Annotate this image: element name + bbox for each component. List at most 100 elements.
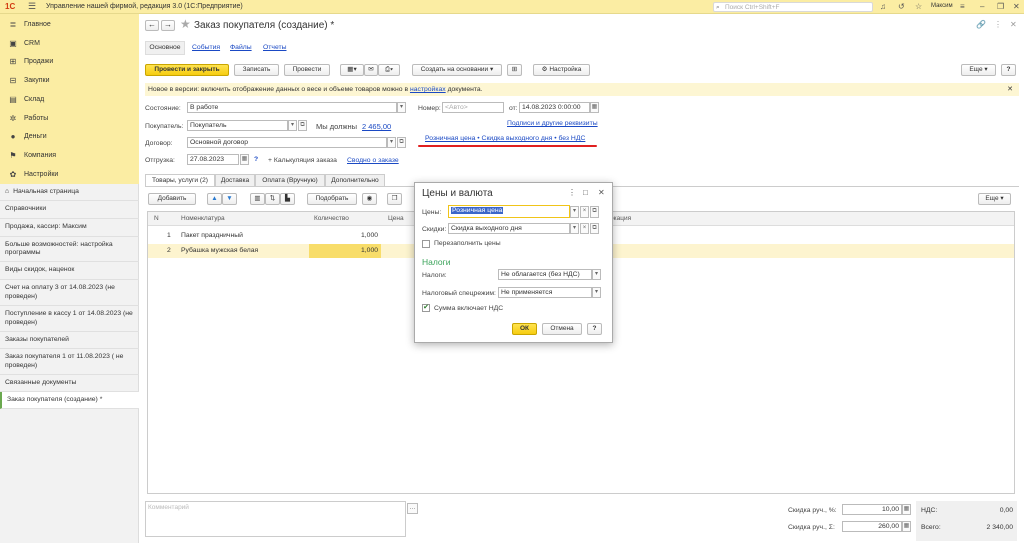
post-and-close-button[interactable]: Провести и закрыть (145, 64, 229, 76)
tax-regime-dropdown-icon[interactable]: ▾ (592, 287, 601, 298)
vat-included-checkbox[interactable]: ✔ (422, 304, 430, 312)
copy-icon[interactable]: ❐ (387, 193, 402, 205)
forward-button[interactable]: → (161, 20, 175, 31)
pick-button[interactable]: Подобрать (307, 193, 357, 205)
discounts-clear-icon[interactable]: × (580, 223, 589, 234)
history-item-home[interactable]: ⌂ Начальная страница (0, 184, 139, 201)
buyer-open-icon[interactable]: ⧉ (298, 120, 307, 131)
tax-select[interactable]: Не облагается (без НДС) (498, 269, 592, 280)
dialog-help-button[interactable]: ? (587, 323, 602, 335)
user-name[interactable]: Максим (931, 3, 953, 9)
section-settings[interactable]: ✿ Настройки (0, 166, 139, 185)
section-purchases[interactable]: ⊟ Закупки (0, 72, 139, 91)
history-icon[interactable]: ↺ (898, 2, 905, 11)
subtab-events[interactable]: События (192, 44, 220, 51)
info-settings-link[interactable]: настройках (410, 86, 446, 93)
close-form-icon[interactable]: ✕ (1010, 20, 1017, 29)
section-sales[interactable]: ⊞ Продажи (0, 53, 139, 72)
dialog-maximize-icon[interactable]: □ (583, 188, 588, 197)
history-item[interactable]: Заказ покупателя 1 от 11.08.2023 ( не пр… (0, 349, 139, 375)
history-item[interactable]: Связанные документы (0, 375, 139, 392)
prices-field[interactable]: Розничная цена (448, 205, 570, 218)
calc-link[interactable]: + Калькуляция заказа (268, 157, 337, 164)
cancel-button[interactable]: Отмена (542, 323, 582, 335)
tax-regime-select[interactable]: Не применяется (498, 287, 592, 298)
mail-icon[interactable]: ✉ (364, 64, 378, 76)
close-icon[interactable]: ✕ (1013, 2, 1020, 11)
subtab-main[interactable]: Основное (145, 41, 185, 55)
ok-button[interactable]: ОК (512, 323, 537, 335)
move-down-icon[interactable]: ▼ (222, 193, 237, 205)
history-item-current[interactable]: Заказ покупателя (создание) * (0, 392, 139, 409)
contract-dropdown-icon[interactable]: ▾ (387, 137, 396, 148)
settings-button[interactable]: ⚙ Настройка (533, 64, 590, 76)
contract-open-icon[interactable]: ⧉ (397, 137, 406, 148)
comment-field[interactable]: Комментарий (145, 501, 406, 537)
fill-icon[interactable]: ▙ (280, 193, 295, 205)
history-item[interactable]: Справочники (0, 201, 139, 219)
prices-open-icon[interactable]: ⧉ (590, 206, 599, 218)
calendar-icon[interactable]: ▦ (240, 154, 249, 165)
history-item[interactable]: Поступление в кассу 1 от 14.08.2023 (не … (0, 306, 139, 332)
shipment-date-field[interactable]: 27.08.2023 (187, 154, 239, 165)
document-print-icon[interactable]: ▦▾ (340, 64, 364, 76)
star-icon[interactable]: ☆ (915, 2, 922, 11)
add-row-button[interactable]: Добавить (148, 193, 196, 205)
question-icon[interactable]: ? (254, 156, 258, 163)
bell-icon[interactable]: ♫ (880, 2, 886, 11)
contract-field[interactable]: Основной договор (187, 137, 387, 148)
owe-amount-link[interactable]: 2 465,00 (362, 122, 391, 131)
tax-dropdown-icon[interactable]: ▾ (592, 269, 601, 280)
buyer-dropdown-icon[interactable]: ▾ (288, 120, 297, 131)
more-vert-icon[interactable]: ⋮ (994, 20, 1002, 29)
dialog-close-icon[interactable]: ✕ (598, 188, 605, 197)
sort-icon[interactable]: ⇅ (265, 193, 280, 205)
create-based-on-button[interactable]: Создать на основании ▾ (412, 64, 502, 76)
minimize-icon[interactable]: – (980, 2, 984, 11)
dialog-more-icon[interactable]: ⋮ (568, 188, 576, 197)
date-calendar-icon[interactable]: ▦ (590, 102, 599, 113)
save-button[interactable]: Записать (234, 64, 279, 76)
section-company[interactable]: ⚑ Компания (0, 147, 139, 166)
global-search-input[interactable]: ⌕ Поиск Ctrl+Shift+F (713, 2, 873, 12)
discounts-field[interactable]: Скидка выходного дня (448, 223, 570, 234)
section-main[interactable]: ≣ Главное (0, 16, 139, 35)
history-item[interactable]: Больше возможностей: настройка программы (0, 237, 139, 262)
summary-link[interactable]: Сводно о заказе (347, 157, 399, 164)
subtab-files[interactable]: Файлы (230, 44, 252, 51)
printer-icon[interactable]: ⎙▾ (378, 64, 400, 76)
history-item[interactable]: Продажа, кассир: Максим (0, 219, 139, 237)
tab-additional[interactable]: Дополнительно (325, 174, 385, 186)
barcode-icon[interactable]: ▥ (250, 193, 265, 205)
link-icon[interactable]: 🔗 (976, 20, 986, 29)
eye-icon[interactable]: ◉ (362, 193, 377, 205)
help-button[interactable]: ? (1001, 64, 1016, 76)
manual-discount-pct-field[interactable]: 10,00 (842, 504, 902, 515)
price-settings-link[interactable]: Розничная цена • Скидка выходного дня • … (425, 135, 585, 142)
document-date-field[interactable]: 14.08.2023 0:00:00 (519, 102, 590, 113)
discounts-dropdown-icon[interactable]: ▾ (570, 223, 579, 234)
prices-dropdown-icon[interactable]: ▾ (570, 206, 579, 218)
section-crm[interactable]: ▣ CRM (0, 35, 139, 54)
state-dropdown-icon[interactable]: ▾ (397, 102, 406, 113)
history-item[interactable]: Счет на оплату 3 от 14.08.2023 (не прове… (0, 280, 139, 306)
signatures-link[interactable]: Подписи и другие реквизиты (507, 120, 598, 127)
comment-expand-icon[interactable]: … (407, 503, 418, 514)
tab-payment[interactable]: Оплата (Вручную) (255, 174, 325, 186)
manual-discount-sum-field[interactable]: 260,00 (842, 521, 902, 532)
refill-prices-checkbox[interactable] (422, 240, 430, 248)
subtab-reports[interactable]: Отчеты (263, 44, 287, 51)
section-warehouse[interactable]: ▤ Склад (0, 91, 139, 110)
discounts-open-icon[interactable]: ⧉ (590, 223, 599, 234)
calculator-icon[interactable]: ▦ (902, 521, 911, 532)
section-works[interactable]: ✲ Работы (0, 110, 139, 129)
favorite-star-icon[interactable]: ★ (180, 17, 191, 31)
grid-more-button[interactable]: Еще ▾ (978, 193, 1011, 205)
tab-delivery[interactable]: Доставка (215, 174, 255, 186)
menu-icon[interactable]: ☰ (28, 1, 36, 12)
more-button[interactable]: Еще ▾ (961, 64, 996, 76)
calculator-icon[interactable]: ▦ (902, 504, 911, 515)
section-money[interactable]: ● Деньги (0, 128, 139, 147)
history-item[interactable]: Заказы покупателей (0, 332, 139, 349)
back-button[interactable]: ← (145, 20, 159, 31)
